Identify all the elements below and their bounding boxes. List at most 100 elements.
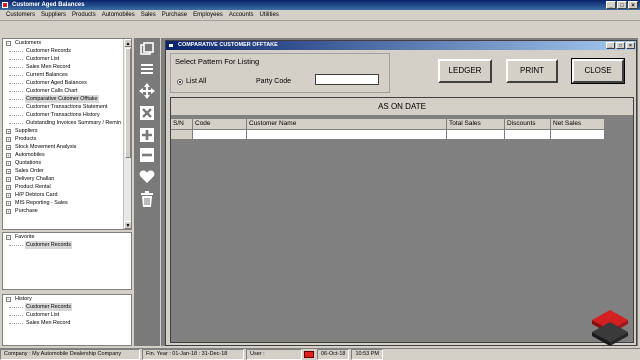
expand-icon[interactable]: +	[6, 184, 11, 190]
tree-group-products[interactable]: + Products	[3, 135, 131, 143]
collapse-icon[interactable]: −	[6, 234, 11, 240]
tree-item-label: Sales Men Record	[26, 64, 71, 70]
expand-icon[interactable]: +	[6, 192, 11, 198]
table-row[interactable]	[171, 130, 605, 140]
menu-utilities[interactable]: Utilities	[257, 10, 282, 20]
data-grid[interactable]: AS ON DATE S/N Code Customer Name Total …	[170, 97, 634, 343]
expand-icon[interactable]: +	[6, 160, 11, 166]
tree-group-sales-order[interactable]: + Sales Order	[3, 167, 131, 175]
tree-item-sales-men-record[interactable]: Sales Men Record	[3, 63, 131, 71]
tree-item-customer-list[interactable]: Customer List	[3, 55, 131, 63]
cell-discounts[interactable]	[505, 130, 551, 140]
list-all-radio[interactable]	[177, 79, 183, 85]
tree-item-label: Automobiles	[15, 152, 45, 158]
minimize-button[interactable]: _	[606, 1, 616, 9]
menu-lines-icon[interactable]	[137, 60, 157, 78]
print-button[interactable]: PRINT	[506, 59, 558, 83]
child-window-controls: _ □ ×	[606, 42, 635, 49]
delete-x-icon[interactable]	[137, 104, 157, 122]
menu-purchase[interactable]: Purchase	[159, 10, 190, 20]
expand-icon[interactable]: +	[6, 176, 11, 182]
column-sn[interactable]: S/N	[171, 119, 193, 130]
tree-item-sales-men-record[interactable]: Sales Men Record	[3, 319, 131, 327]
status-date: 06-Oct-18	[317, 349, 350, 360]
scroll-up-arrow-icon[interactable]: ▲	[124, 39, 131, 47]
tree-group-suppliers[interactable]: + Suppliers	[3, 127, 131, 135]
expand-icon[interactable]: +	[6, 136, 11, 142]
expand-icon[interactable]: +	[6, 128, 11, 134]
app-title: Customer Aged Balances	[12, 2, 85, 8]
favorite-tree[interactable]: − Favorite Customer Records	[2, 232, 132, 290]
add-plus-icon[interactable]	[137, 126, 157, 144]
expand-icon[interactable]: +	[6, 144, 11, 150]
close-window-button[interactable]: ×	[628, 1, 638, 9]
scroll-down-arrow-icon[interactable]: ▼	[124, 221, 131, 229]
column-total-sales[interactable]: Total Sales	[447, 119, 505, 130]
tree-item-customer-calls-chart[interactable]: Customer Calls Chart	[3, 87, 131, 95]
tree-group-favorite[interactable]: − Favorite	[3, 233, 131, 241]
column-code[interactable]: Code	[193, 119, 247, 130]
menu-automobiles[interactable]: Automobiles	[99, 10, 138, 20]
windows-icon[interactable]	[137, 40, 157, 58]
history-tree[interactable]: − History Customer Records Customer List Sal…	[2, 294, 132, 346]
scroll-thumb[interactable]	[125, 48, 131, 158]
child-maximize-button[interactable]: □	[616, 42, 625, 49]
cell-total-sales[interactable]	[447, 130, 505, 140]
cell-code[interactable]	[193, 130, 247, 140]
collapse-icon[interactable]: −	[6, 40, 11, 46]
ledger-button[interactable]: LEDGER	[438, 59, 492, 83]
menu-employees[interactable]: Employees	[190, 10, 226, 20]
party-code-input[interactable]	[315, 74, 379, 85]
tree-item-outstanding-invoices-summary-remin[interactable]: Outstanding Invoices Summary / Remin	[3, 119, 131, 127]
expand-icon[interactable]: +	[6, 200, 11, 206]
tree-item-comparative-cutomer-offtake[interactable]: Comparative Cutomer Offtake	[3, 95, 131, 103]
collapse-icon[interactable]: −	[6, 296, 11, 302]
tree-item-current-balances[interactable]: Current Balances	[3, 71, 131, 79]
tree-item-customer-transactions-statement[interactable]: Customer Transactions Statement	[3, 103, 131, 111]
navigation-tree[interactable]: − Customers Customer Records Customer List S…	[2, 38, 132, 230]
tree-group-delivery-challan[interactable]: + Delivery Challan	[3, 175, 131, 183]
menu-accounts[interactable]: Accounts	[226, 10, 257, 20]
column-customer-name[interactable]: Customer Name	[247, 119, 447, 130]
expand-icon[interactable]: +	[6, 168, 11, 174]
expand-icon[interactable]: +	[6, 208, 11, 214]
tree-item-customer-records[interactable]: Customer Records	[3, 47, 131, 55]
tree-group-quotations[interactable]: + Quotations	[3, 159, 131, 167]
tree-scrollbar[interactable]: ▲ ▼	[123, 39, 131, 229]
tree-item-customer-records[interactable]: Customer Records	[3, 241, 131, 249]
tree-group-history[interactable]: − History	[3, 295, 131, 303]
tree-item-customer-transactions-history[interactable]: Customer Transactions History	[3, 111, 131, 119]
tree-group-h-p-debtors-card[interactable]: + H/P Debtors Card	[3, 191, 131, 199]
column-discounts[interactable]: Discounts	[505, 119, 551, 130]
menu-sales[interactable]: Sales	[138, 10, 159, 20]
child-minimize-button[interactable]: _	[606, 42, 615, 49]
move-arrows-icon[interactable]	[137, 82, 157, 100]
tree-group-mis-reporting-sales[interactable]: + MIS Reporting - Sales	[3, 199, 131, 207]
cell-net-sales[interactable]	[551, 130, 605, 140]
expand-icon[interactable]: +	[6, 152, 11, 158]
menu-suppliers[interactable]: Suppliers	[38, 10, 69, 20]
menu-customers[interactable]: Customers	[3, 10, 38, 20]
tree-item-label: Customer Calls Chart	[26, 88, 78, 94]
heart-icon[interactable]	[137, 168, 157, 186]
tree-item-customer-list[interactable]: Customer List	[3, 311, 131, 319]
tree-item-customer-records[interactable]: Customer Records	[3, 303, 131, 311]
cell-customer-name[interactable]	[247, 130, 447, 140]
minus-icon[interactable]	[137, 146, 157, 164]
tree-item-customer-aged-balances[interactable]: Customer Aged Balances	[3, 79, 131, 87]
tree-group-stock-movement-analysis[interactable]: + Stock Movement Analysis	[3, 143, 131, 151]
column-net-sales[interactable]: Net Sales	[551, 119, 605, 130]
maximize-button[interactable]: □	[617, 1, 627, 9]
tree-group-customers[interactable]: − Customers	[3, 39, 131, 47]
tree-item-label: Sales Men Record	[26, 320, 71, 326]
child-close-button[interactable]: ×	[626, 42, 635, 49]
tree-group-product-rental[interactable]: + Product Rental	[3, 183, 131, 191]
menu-products[interactable]: Products	[69, 10, 99, 20]
list-all-label[interactable]: List All	[186, 78, 206, 85]
tree-group-automobiles[interactable]: + Automobiles	[3, 151, 131, 159]
status-user: User :	[246, 349, 302, 360]
trash-icon[interactable]	[137, 190, 157, 208]
tree-group-purchase[interactable]: + Purchase	[3, 207, 131, 215]
row-selector[interactable]	[171, 130, 193, 140]
close-button[interactable]: CLOSE	[571, 58, 625, 84]
